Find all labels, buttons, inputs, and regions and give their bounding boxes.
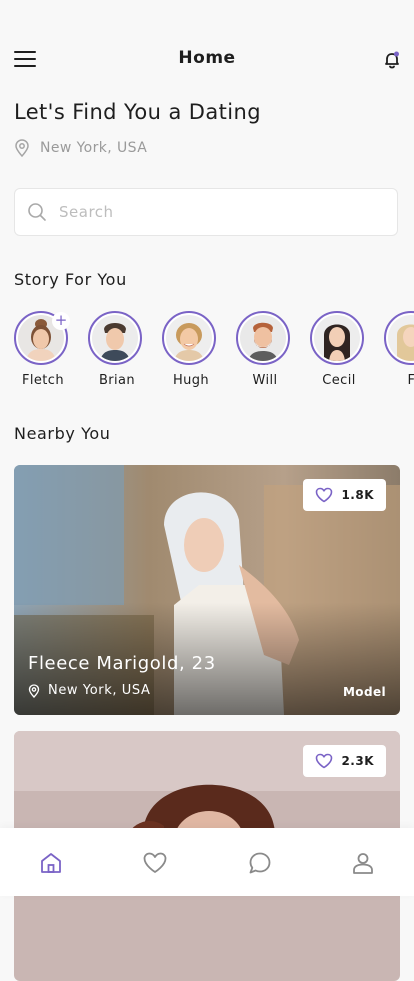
heart-icon: [316, 487, 333, 503]
profile-name: Fleece Marigold, 23: [28, 653, 216, 674]
story-hugh[interactable]: Hugh: [162, 311, 220, 388]
profile-icon: [353, 853, 373, 874]
like-button[interactable]: 2.3K: [303, 745, 386, 777]
story-name: Fi: [407, 373, 414, 388]
tab-messages[interactable]: [247, 850, 273, 876]
location-pin-icon: [15, 139, 29, 157]
search-bar[interactable]: [14, 188, 398, 236]
profile-location-label: New York, USA: [48, 683, 151, 698]
heart-icon: [143, 852, 167, 873]
profile-occupation: Model: [342, 685, 386, 699]
stories-row[interactable]: + Fletch Brian Hugh Will Cecil F: [14, 311, 414, 393]
story-name: Cecil: [322, 373, 356, 388]
story-will[interactable]: Will: [236, 311, 294, 388]
like-count: 2.3K: [341, 754, 374, 768]
story-name: Brian: [98, 373, 136, 388]
location-label: New York, USA: [40, 140, 148, 156]
tab-profile[interactable]: [350, 850, 376, 876]
page-title: Home: [178, 48, 236, 68]
avatar: [166, 315, 212, 361]
home-icon: [41, 853, 61, 873]
profile-card[interactable]: 1.8K Fleece Marigold, 23 New York, USA M…: [14, 465, 400, 715]
avatar: [240, 315, 286, 361]
story-name: Hugh: [172, 373, 210, 388]
story-fletch[interactable]: + Fletch: [14, 311, 72, 388]
story-name: Fletch: [22, 373, 64, 388]
avatar: [92, 315, 138, 361]
heart-icon: [316, 753, 333, 769]
story-fi[interactable]: Fi: [384, 311, 414, 388]
profile-location: New York, USA: [28, 683, 151, 698]
page-headline: Let's Find You a Dating: [14, 100, 261, 124]
chat-icon: [249, 852, 271, 874]
story-name: Will: [252, 373, 278, 388]
bottom-tab-bar: [0, 828, 414, 896]
avatar: [388, 315, 414, 361]
like-button[interactable]: 1.8K: [303, 479, 386, 511]
story-cecil[interactable]: Cecil: [310, 311, 368, 388]
like-count: 1.8K: [341, 488, 374, 502]
search-input[interactable]: [57, 202, 381, 222]
current-location[interactable]: New York, USA: [14, 138, 147, 158]
app-header: Home: [0, 40, 414, 80]
story-brian[interactable]: Brian: [88, 311, 146, 388]
notification-bell-icon[interactable]: [382, 50, 402, 70]
add-story-icon[interactable]: +: [52, 312, 70, 330]
search-icon: [28, 203, 46, 221]
stories-section-title: Story For You: [14, 270, 127, 289]
tab-favorites[interactable]: [142, 850, 168, 876]
location-pin-icon: [28, 683, 40, 698]
avatar: [314, 315, 360, 361]
tab-home[interactable]: [38, 850, 64, 876]
nearby-section-title: Nearby You: [14, 424, 111, 443]
